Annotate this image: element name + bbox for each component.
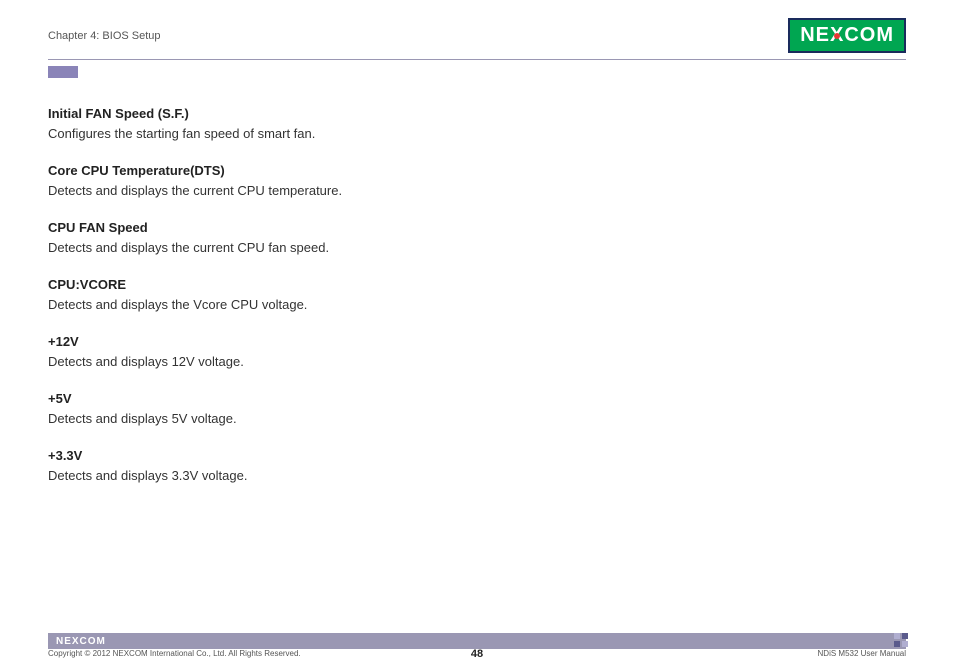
setting-item: Initial FAN Speed (S.F.) Configures the … bbox=[48, 104, 906, 143]
setting-description: Detects and displays 3.3V voltage. bbox=[48, 466, 906, 486]
setting-title: +12V bbox=[48, 332, 906, 352]
copyright-text: Copyright © 2012 NEXCOM International Co… bbox=[48, 649, 301, 658]
setting-description: Detects and displays the current CPU fan… bbox=[48, 238, 906, 258]
setting-item: Core CPU Temperature(DTS) Detects and di… bbox=[48, 161, 906, 200]
square-icon bbox=[894, 641, 900, 647]
page-header: Chapter 4: BIOS Setup NEXCOM bbox=[0, 0, 954, 59]
page-footer: NEXCOM Copyright © 2012 NEXCOM Internati… bbox=[0, 633, 954, 658]
setting-title: CPU FAN Speed bbox=[48, 218, 906, 238]
footer-decoration-squares bbox=[894, 633, 908, 647]
logo-text-ne: NE bbox=[800, 24, 830, 47]
setting-title: +3.3V bbox=[48, 446, 906, 466]
setting-description: Configures the starting fan speed of sma… bbox=[48, 124, 906, 144]
square-icon bbox=[902, 633, 908, 639]
setting-item: CPU:VCORE Detects and displays the Vcore… bbox=[48, 275, 906, 314]
setting-item: +12V Detects and displays 12V voltage. bbox=[48, 332, 906, 371]
manual-name: NDiS M532 User Manual bbox=[818, 649, 906, 658]
content-area: Initial FAN Speed (S.F.) Configures the … bbox=[0, 78, 954, 485]
page-number: 48 bbox=[471, 648, 483, 660]
purple-tab-decoration bbox=[48, 66, 78, 78]
logo-text-com: COM bbox=[844, 24, 894, 47]
square-icon bbox=[902, 641, 908, 647]
nexcom-logo-large: NEXCOM bbox=[788, 18, 906, 53]
footer-text-row: Copyright © 2012 NEXCOM International Co… bbox=[48, 649, 906, 658]
nexcom-logo-small: NEXCOM bbox=[56, 636, 106, 647]
setting-item: CPU FAN Speed Detects and displays the c… bbox=[48, 218, 906, 257]
setting-description: Detects and displays 5V voltage. bbox=[48, 409, 906, 429]
setting-title: +5V bbox=[48, 389, 906, 409]
setting-title: Core CPU Temperature(DTS) bbox=[48, 161, 906, 181]
logo-text-x: X bbox=[830, 24, 844, 47]
setting-title: Initial FAN Speed (S.F.) bbox=[48, 104, 906, 124]
chapter-title: Chapter 4: BIOS Setup bbox=[48, 30, 161, 42]
header-divider bbox=[48, 59, 906, 60]
setting-description: Detects and displays 12V voltage. bbox=[48, 352, 906, 372]
setting-item: +3.3V Detects and displays 3.3V voltage. bbox=[48, 446, 906, 485]
setting-title: CPU:VCORE bbox=[48, 275, 906, 295]
setting-description: Detects and displays the Vcore CPU volta… bbox=[48, 295, 906, 315]
setting-item: +5V Detects and displays 5V voltage. bbox=[48, 389, 906, 428]
setting-description: Detects and displays the current CPU tem… bbox=[48, 181, 906, 201]
square-icon bbox=[894, 633, 900, 639]
